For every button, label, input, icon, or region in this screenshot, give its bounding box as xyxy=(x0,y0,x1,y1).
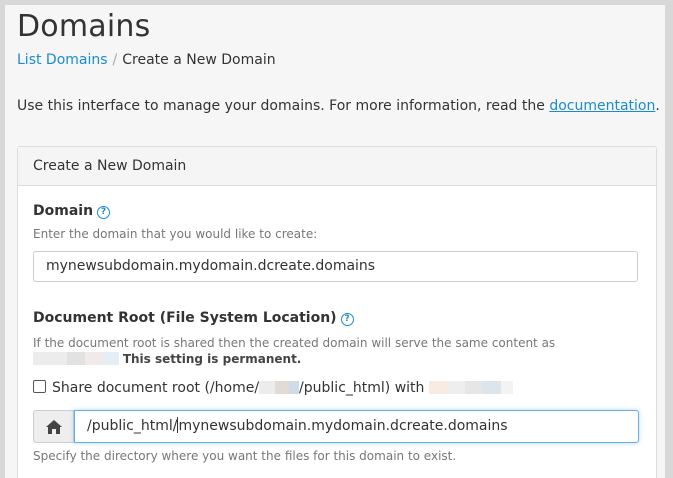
document-root-label: Document Root (File System Location) xyxy=(33,310,337,326)
document-root-prefix: /public_html/ xyxy=(87,418,178,434)
page-frame: Domains List Domains / Create a New Domain… xyxy=(5,5,665,478)
share-document-root-row: Share document root (/home/ /public_html)… xyxy=(33,380,513,396)
redacted-block xyxy=(482,381,501,394)
document-root-input[interactable]: /public_html/mynewsubdomain.mydomain.dcr… xyxy=(74,410,639,443)
document-root-label-row: Document Root (File System Location)? xyxy=(33,310,354,326)
redacted-block xyxy=(33,352,67,365)
redacted-block xyxy=(67,352,85,365)
breadcrumb-list-domains-link[interactable]: List Domains xyxy=(17,52,108,68)
domain-label: Domain xyxy=(33,203,94,219)
page-title: Domains xyxy=(17,9,151,44)
redacted-block xyxy=(85,352,103,365)
share-document-root-checkbox[interactable] xyxy=(33,380,46,393)
share-prefix: Share document root (/home/ xyxy=(52,380,260,396)
redacted-block xyxy=(464,381,483,394)
redacted-block xyxy=(446,381,465,394)
domain-input[interactable]: mynewsubdomain.mydomain.dcreate.domains xyxy=(33,251,638,282)
document-root-hint-line2: This setting is permanent. xyxy=(33,352,301,366)
intro-suffix: . xyxy=(655,98,660,114)
permanent-note: This setting is permanent. xyxy=(122,352,302,366)
breadcrumb: List Domains / Create a New Domain xyxy=(17,52,276,68)
document-root-hint: If the document root is shared then the … xyxy=(33,336,556,350)
question-circle-icon[interactable]: ? xyxy=(340,313,354,326)
intro-sentence: Use this interface to manage your domain… xyxy=(17,98,545,114)
redacted-block xyxy=(103,352,119,365)
home-icon xyxy=(45,419,62,434)
panel-heading: Create a New Domain xyxy=(18,147,656,186)
home-addon xyxy=(33,410,74,443)
documentation-link[interactable]: documentation xyxy=(549,98,655,114)
breadcrumb-separator: / xyxy=(112,52,118,68)
redacted-block xyxy=(500,381,513,394)
domain-label-row: Domain? xyxy=(33,203,111,219)
redacted-block xyxy=(275,381,290,394)
document-root-footer-hint: Specify the directory where you want the… xyxy=(33,449,457,463)
redacted-block xyxy=(259,381,276,394)
share-middle: /public_html) with xyxy=(299,380,425,396)
document-root-value: mynewsubdomain.mydomain.dcreate.domains xyxy=(178,418,508,434)
intro-text: Use this interface to manage your domain… xyxy=(17,98,660,114)
domain-hint: Enter the domain that you would like to … xyxy=(33,227,318,241)
redacted-block xyxy=(428,381,447,394)
question-circle-icon[interactable]: ? xyxy=(97,206,111,219)
breadcrumb-current: Create a New Domain xyxy=(122,52,276,68)
redacted-block xyxy=(289,381,300,394)
create-domain-panel: Create a New Domain Domain? Enter the do… xyxy=(17,146,657,478)
